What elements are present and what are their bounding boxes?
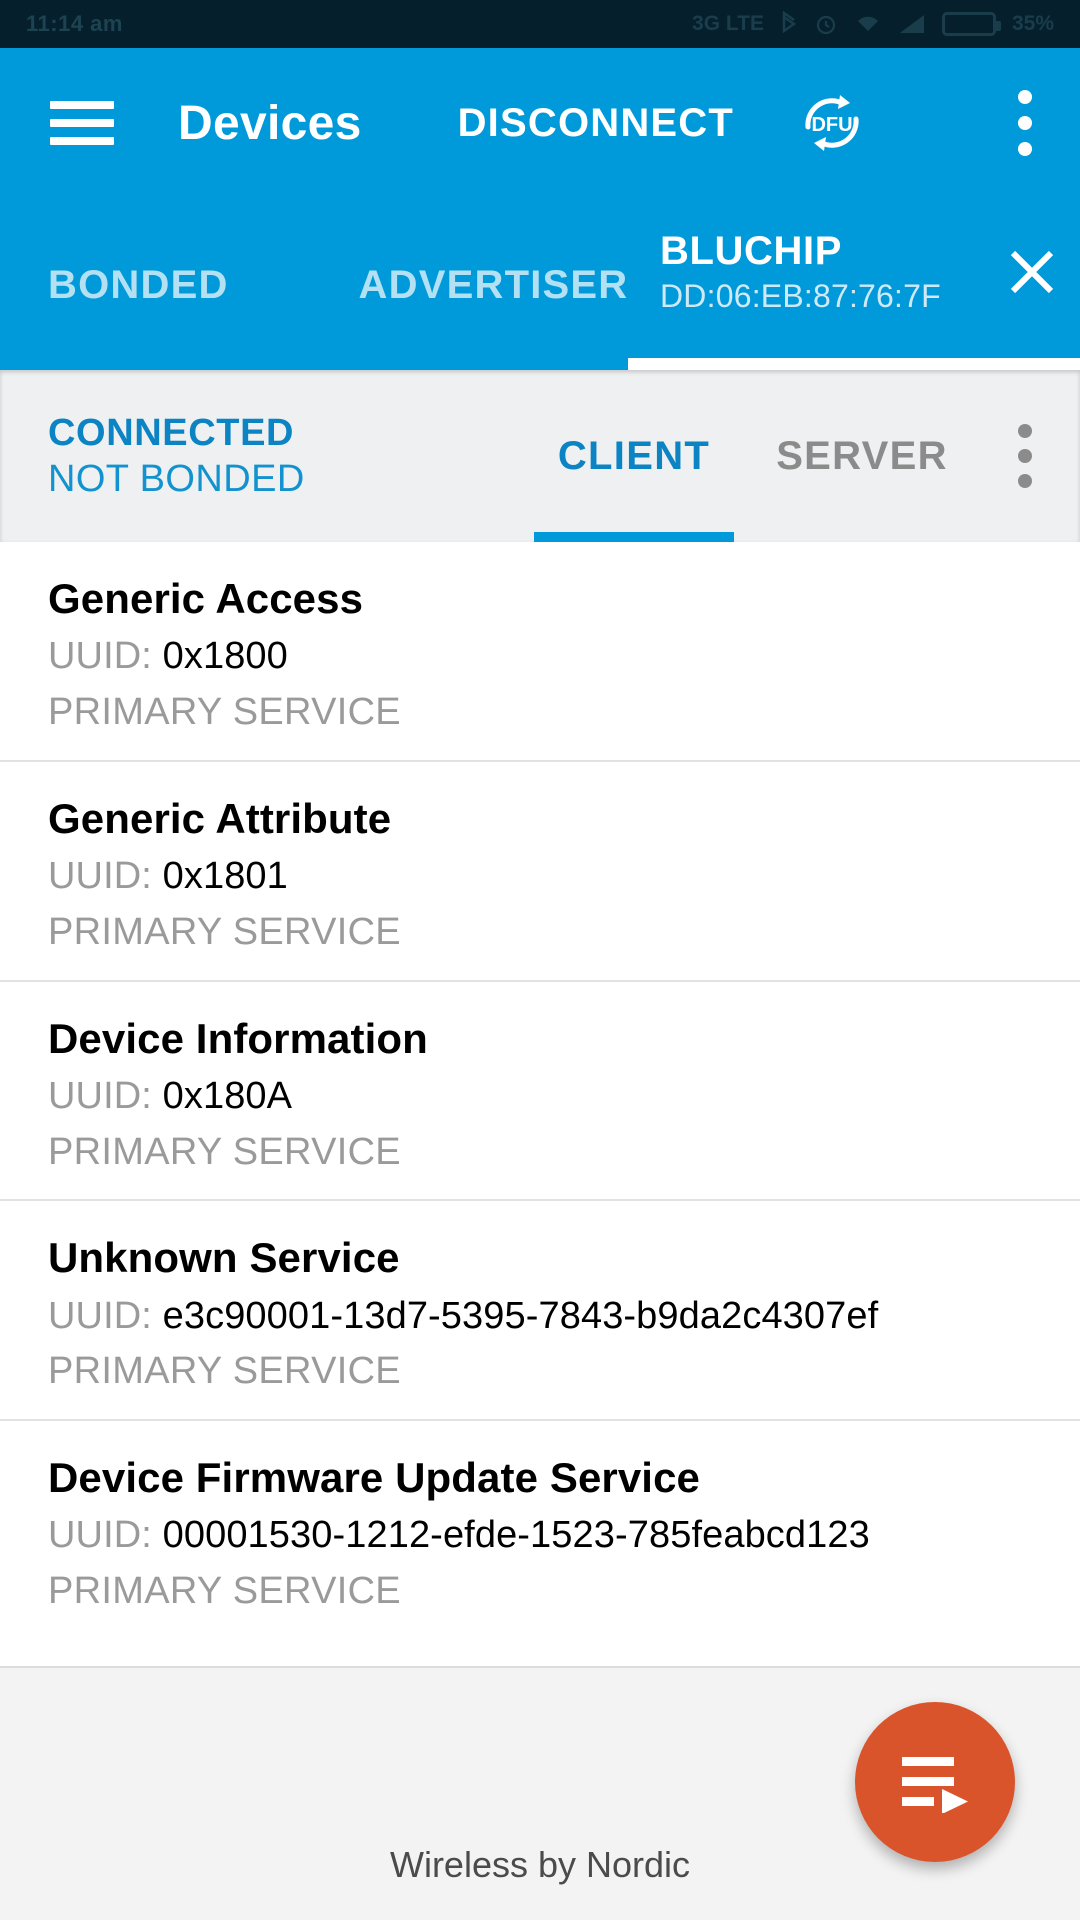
tab-bonded[interactable]: BONDED — [48, 263, 229, 370]
uuid-label: UUID: — [48, 1294, 152, 1337]
service-uuid: UUID: 00001530-1212-efde-1523-785feabcd1… — [48, 1514, 1032, 1557]
tab-advertiser[interactable]: ADVERTISER — [359, 263, 629, 370]
list-item[interactable]: Generic Access UUID: 0x1800 PRIMARY SERV… — [0, 542, 1080, 762]
device-tab-texts: BLUCHIP DD:06:EB:87:76:7F — [628, 230, 984, 339]
list-item[interactable]: Generic Attribute UUID: 0x1801 PRIMARY S… — [0, 762, 1080, 982]
uuid-label: UUID: — [48, 1074, 152, 1117]
service-uuid: UUID: 0x180A — [48, 1074, 1032, 1118]
list-item[interactable]: Device Firmware Update Service UUID: 000… — [0, 1421, 1080, 1639]
active-tab-indicator — [628, 358, 1080, 370]
footer-text: Wireless by Nordic — [389, 1844, 691, 1885]
service-uuid: UUID: e3c90001-13d7-5395-7843-b9da2c4307… — [48, 1294, 1032, 1338]
connection-status-block: CONNECTED NOT BONDED — [48, 410, 305, 503]
device-name: BLUCHIP — [660, 228, 842, 273]
tab-client[interactable]: CLIENT — [534, 370, 734, 542]
dfu-icon[interactable]: DFU — [796, 87, 868, 159]
uuid-label: UUID: — [48, 635, 152, 678]
device-address: DD:06:EB:87:76:7F — [660, 277, 941, 314]
service-type: PRIMARY SERVICE — [48, 1570, 401, 1613]
status-icons: 3G LTE 35% — [692, 11, 1054, 37]
uuid-value: e3c90001-13d7-5395-7843-b9da2c4307ef — [162, 1294, 879, 1337]
disconnect-button[interactable]: DISCONNECT — [458, 101, 734, 146]
status-clock: 11:14 am — [26, 11, 123, 36]
service-name: Device Information — [48, 1014, 428, 1062]
service-type: PRIMARY SERVICE — [48, 1350, 401, 1393]
battery-icon — [941, 12, 1001, 36]
service-name: Generic Access — [48, 575, 364, 622]
uuid-value: 0x1801 — [162, 854, 288, 897]
subheader-overflow-menu-icon[interactable] — [1018, 424, 1032, 488]
device-tab-strip: BONDED ADVERTISER BLUCHIP DD:06:EB:87:76… — [0, 198, 1080, 370]
uuid-value: 0x1800 — [162, 635, 288, 678]
alarm-icon — [814, 12, 838, 36]
wifi-icon — [854, 13, 882, 35]
service-name: Generic Attribute — [48, 794, 392, 842]
hamburger-icon[interactable] — [50, 101, 114, 145]
status-badge-bond: NOT BONDED — [48, 458, 305, 500]
uuid-label: UUID: — [48, 1514, 152, 1557]
service-list[interactable]: Generic Access UUID: 0x1800 PRIMARY SERV… — [0, 542, 1080, 1666]
battery-percent: 35% — [1011, 12, 1054, 35]
overflow-menu-icon[interactable] — [1018, 90, 1032, 156]
playlist-play-icon[interactable] — [855, 1702, 1015, 1862]
uuid-label: UUID: — [48, 854, 152, 897]
page-title: Devices — [178, 96, 362, 150]
system-status-bar: 11:14 am 3G LTE 35% — [0, 0, 1080, 48]
service-name: Device Firmware Update Service — [48, 1454, 700, 1502]
service-type: PRIMARY SERVICE — [48, 1130, 401, 1173]
bluetooth-icon — [780, 11, 798, 37]
service-type: PRIMARY SERVICE — [48, 910, 401, 953]
app-root: 11:14 am 3G LTE 35% Devices DISCONNECT D… — [0, 0, 1080, 1920]
network-label: 3G LTE — [692, 12, 764, 35]
list-item[interactable]: Device Information UUID: 0x180A PRIMARY … — [0, 982, 1080, 1202]
service-uuid: UUID: 0x1800 — [48, 635, 1032, 678]
list-item[interactable]: Unknown Service UUID: e3c90001-13d7-5395… — [0, 1201, 1080, 1422]
uuid-value: 0x180A — [162, 1074, 293, 1117]
service-type: PRIMARY SERVICE — [48, 690, 401, 733]
app-bar: Devices DISCONNECT DFU — [0, 48, 1080, 198]
connection-subheader: CONNECTED NOT BONDED CLIENT SERVER — [0, 370, 1080, 542]
uuid-value: 00001530-1212-efde-1523-785feabcd123 — [162, 1514, 870, 1557]
tab-device-bluchip[interactable]: BLUCHIP DD:06:EB:87:76:7F — [628, 198, 1080, 370]
tab-server[interactable]: SERVER — [762, 370, 962, 542]
status-badge-connected: CONNECTED — [48, 411, 295, 454]
svg-text:DFU: DFU — [811, 114, 852, 136]
client-server-tabs: CLIENT SERVER — [534, 370, 1080, 542]
service-name: Unknown Service — [48, 1234, 400, 1282]
service-uuid: UUID: 0x1801 — [48, 854, 1032, 898]
bottom-area: Wireless by Nordic — [0, 1666, 1080, 1920]
signal-icon — [898, 13, 926, 35]
close-icon[interactable] — [984, 198, 1080, 370]
